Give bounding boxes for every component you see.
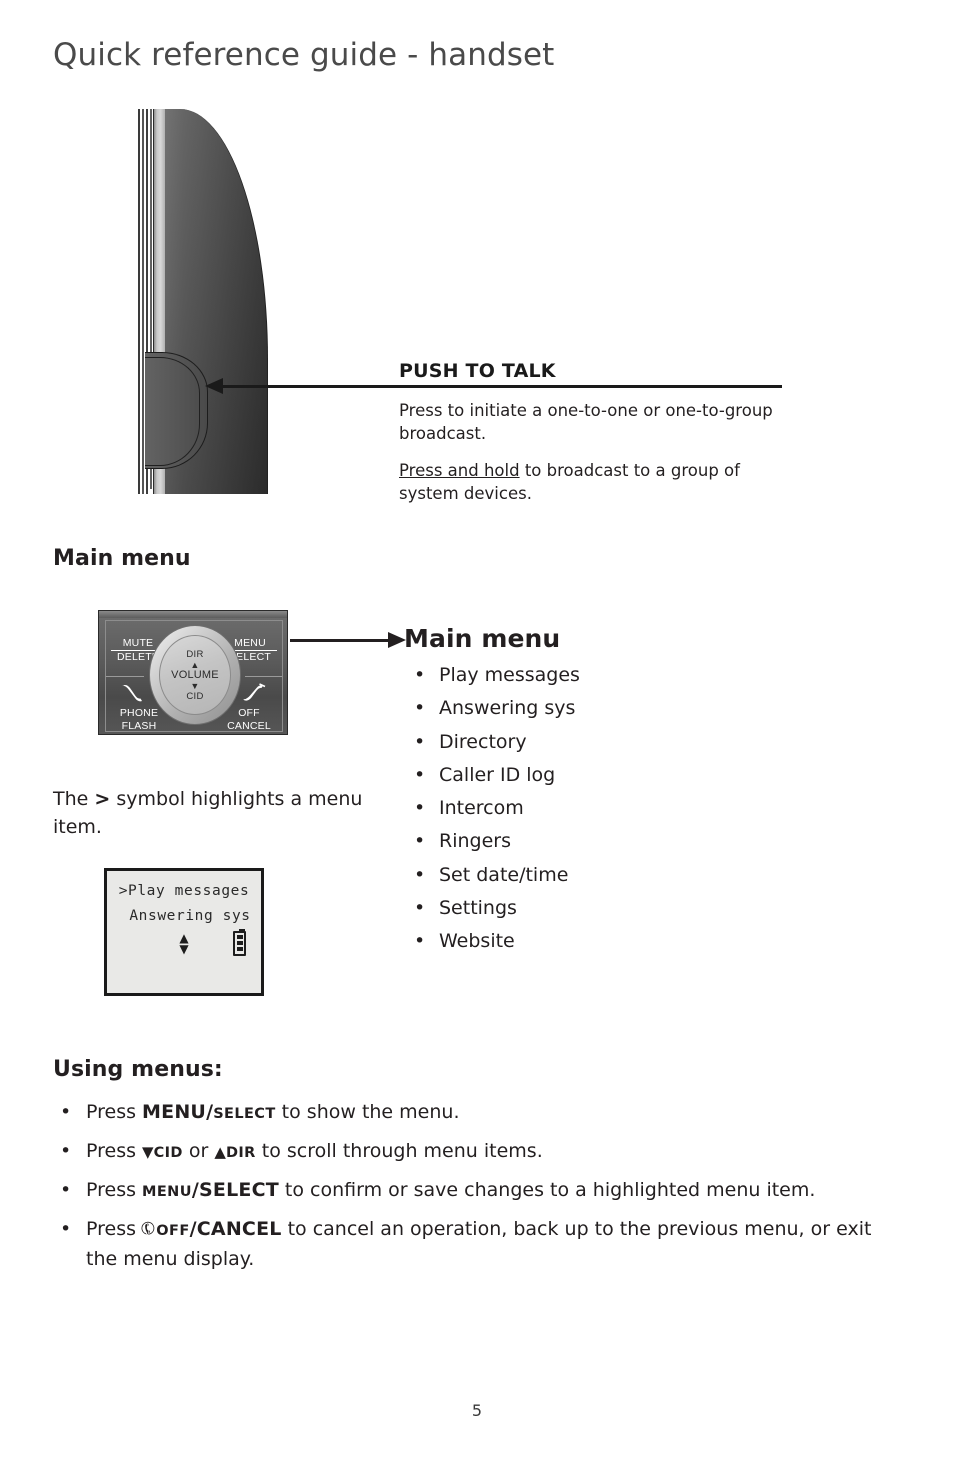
main-menu-callout-title: Main menu [404, 624, 561, 653]
navigation-ring-labels: DIR ▲ VOLUME ▼ CID [150, 626, 240, 724]
nav-up-triangle-icon: ▲ [190, 659, 200, 670]
keypad-divider-left [106, 676, 144, 677]
list-item: Play messages [404, 659, 684, 693]
battery-bar [236, 940, 243, 945]
bullet2-key-cid: CID [153, 1145, 183, 1161]
bullet3-post: to confirm or save changes to a highligh… [278, 1179, 816, 1201]
push-to-talk-description-1: Press to initiate a one-to-one or one-to… [399, 401, 773, 443]
list-item: Settings [404, 892, 684, 926]
push-to-talk-callout-title: PUSH TO TALK [399, 360, 556, 382]
list-item: Answering sys [404, 692, 684, 726]
lcd-arrow-down-icon: ▼ [179, 942, 189, 956]
list-item: Ringers [404, 825, 684, 859]
bullet1-key-large: MENU/ [142, 1101, 214, 1123]
bullet1-pre: Press [86, 1101, 143, 1123]
bullet3-pre: Press [86, 1179, 143, 1201]
handset-edge-line [138, 109, 140, 494]
bullet3-key-small: MENU [142, 1184, 192, 1200]
push-to-talk-leader-arrowhead [205, 378, 223, 394]
list-item: Caller ID log [404, 759, 684, 793]
symbol-note-pre: The [53, 788, 95, 810]
nav-volume-label: VOLUME [171, 668, 219, 681]
nav-down-triangle-icon: ▼ [190, 680, 200, 691]
push-to-talk-description-2: Press and hold to broadcast to a group o… [399, 459, 789, 505]
list-item: Press MENU/SELECT to confirm or save cha… [53, 1176, 903, 1206]
list-item: Press ✆OFF/CANCEL to cancel an operation… [53, 1215, 903, 1273]
push-to-talk-callout: PUSH TO TALK Press to initiate a one-to-… [399, 360, 789, 519]
symbol-note-symbol: > [94, 788, 111, 810]
lcd-line-2: Answering sys [129, 908, 251, 924]
list-item: Directory [404, 726, 684, 760]
lcd-scroll-arrows-icon: ▲ ▼ [175, 932, 193, 956]
keypad-illustration: MUTE DELETE MENU SELECT PHONE FLASH OFF … [98, 610, 288, 735]
page-number: 5 [471, 1401, 483, 1420]
handset-side-view-illustration [137, 109, 268, 494]
press-and-hold-underlined: Press and hold [399, 461, 520, 480]
bullet2-post: to scroll through menu items. [255, 1140, 543, 1162]
navigation-ring: DIR ▲ VOLUME ▼ CID [149, 625, 241, 725]
list-item: Press ▼CID or ▲DIR to scroll through men… [53, 1137, 903, 1167]
bullet1-post: to show the menu. [275, 1101, 460, 1123]
keypad-off-label: OFF [238, 707, 260, 719]
phone-handset-icon [122, 685, 142, 702]
battery-bar [236, 946, 243, 951]
bullet4-key-large: /CANCEL [189, 1218, 282, 1240]
battery-bar [236, 934, 243, 939]
bullet1-key-small: SELECT [213, 1106, 276, 1122]
ptt-label-line-3: TALK [45, 293, 79, 308]
list-item: Set date/time [404, 859, 684, 893]
bullet2-mid: or [182, 1140, 215, 1162]
bullet3-key-large: /SELECT [191, 1179, 279, 1201]
lcd-display: >Play messages Answering sys ▲ ▼ [104, 868, 264, 996]
page-title: Quick reference guide - handset [53, 37, 555, 73]
phone-off-hook-icon [243, 683, 266, 701]
nav-dir-label: DIR [186, 648, 204, 660]
nav-cid-label: CID [186, 690, 204, 702]
keypad-divider-right [245, 676, 282, 677]
down-triangle-icon: ▼ [142, 1143, 154, 1161]
main-menu-leader-line [290, 639, 390, 642]
bullet2-key-dir: DIR [225, 1145, 256, 1161]
bullet2-pre: Press [86, 1140, 143, 1162]
battery-icon [233, 929, 246, 956]
main-menu-item-list: Play messages Answering sys Directory Ca… [404, 659, 684, 959]
section-heading-using-menus: Using menus: [53, 1057, 223, 1082]
handset-edge-line [142, 109, 144, 494]
section-heading-main-menu: Main menu [53, 546, 191, 571]
main-menu-callout: Main menu Play messages Answering sys Di… [404, 624, 684, 959]
list-item: Intercom [404, 792, 684, 826]
list-item: Website [404, 925, 684, 959]
lcd-line-1: >Play messages [118, 883, 250, 899]
keypad-top-bar [99, 611, 287, 618]
symbol-highlight-note: The > symbol highlights a menu item. [53, 785, 373, 841]
list-item: Press MENU/SELECT to show the menu. [53, 1098, 903, 1128]
ptt-label-line-2: TO [52, 278, 72, 293]
using-menus-list: Press MENU/SELECT to show the menu. Pres… [53, 1098, 903, 1282]
push-to-talk-button-label: PUSH TO TALK [34, 263, 90, 308]
ptt-label-line-1: PUSH [42, 263, 82, 278]
up-triangle-icon: ▲ [214, 1143, 226, 1161]
